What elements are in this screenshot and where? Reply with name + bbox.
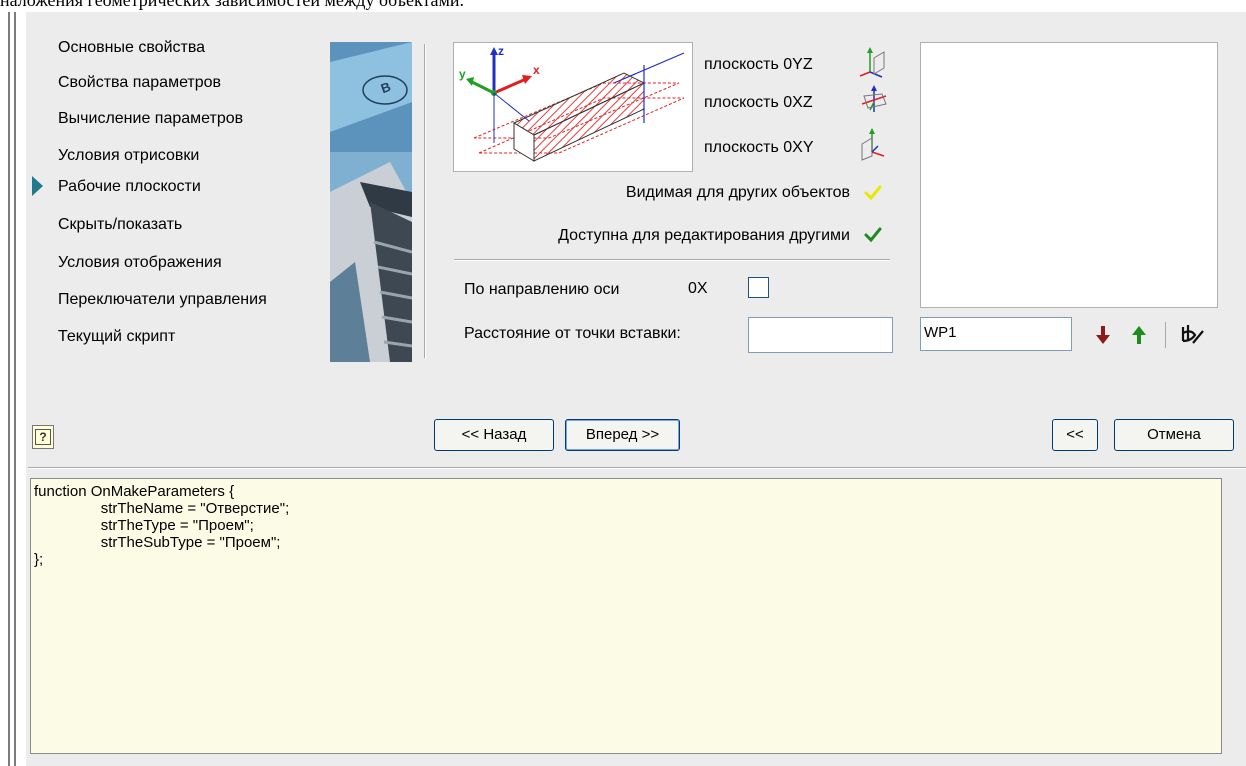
plane-oyz-icon: [859, 47, 885, 78]
move-down-button[interactable]: [1088, 320, 1118, 350]
cancel-button[interactable]: Отмена: [1114, 419, 1234, 451]
plane-oyz-button[interactable]: [856, 44, 898, 80]
nav-item-basic-properties[interactable]: Основные свойства: [58, 37, 205, 59]
nav-item-hide-show[interactable]: Скрыть/показать: [58, 214, 182, 236]
window-edge: [0, 12, 26, 766]
arrow-down-icon: [1096, 326, 1110, 344]
nav-item-parameter-properties[interactable]: Свойства параметров: [58, 72, 221, 94]
visible-for-others-label: Видимая для других объектов: [625, 184, 850, 201]
plane-oxy-icon: [861, 128, 885, 161]
nav-item-display-conditions[interactable]: Условия отображения: [58, 252, 222, 274]
direction-axis-value: 0X: [688, 280, 708, 297]
nav-item-control-switches[interactable]: Переключатели управления: [58, 289, 267, 311]
distance-label: Расстояние от точки вставки:: [464, 325, 681, 342]
plane-oxz-icon: [861, 85, 887, 112]
decorative-building-image: B: [330, 42, 412, 362]
vertical-divider: [424, 44, 426, 358]
yellow-check-icon: [864, 185, 882, 201]
axis-y-label: y: [459, 67, 466, 81]
hand-pencil-icon: [1181, 325, 1204, 344]
plane-oxy-button[interactable]: [856, 126, 898, 162]
toolbar-divider: [1165, 322, 1166, 348]
edit-workplane-button[interactable]: [1176, 320, 1206, 350]
workplane-name-input[interactable]: WP1: [920, 317, 1072, 351]
script-editor[interactable]: function OnMakeParameters { strTheName =…: [30, 478, 1222, 754]
back-button[interactable]: << Назад: [434, 419, 554, 451]
edge-line: [14, 12, 16, 766]
arrow-up-icon: [1132, 326, 1146, 344]
editable-by-others-toggle[interactable]: [858, 220, 888, 250]
distance-input[interactable]: [748, 317, 893, 353]
plane-oxz-label: плоскость 0XZ: [704, 94, 813, 111]
page-caption: наложения геометрических зависимостей ме…: [0, 0, 1246, 12]
workplane-list[interactable]: [920, 42, 1218, 308]
editable-by-others-label: Доступна для редактирования другими: [558, 227, 850, 244]
nav-item-current-script[interactable]: Текущий скрипт: [58, 326, 175, 348]
script-divider: [28, 467, 1246, 469]
workplane-preview-drawing: [466, 47, 685, 162]
plane-oyz-label: плоскость 0YZ: [704, 56, 813, 73]
workplane-preview: z x y: [453, 42, 693, 172]
collapse-button[interactable]: <<: [1052, 419, 1098, 451]
move-up-button[interactable]: [1124, 320, 1154, 350]
nav-item-draw-conditions[interactable]: Условия отрисовки: [58, 145, 199, 167]
help-button[interactable]: ?: [32, 425, 54, 449]
options-divider: [454, 259, 890, 261]
plane-oxz-button[interactable]: [856, 82, 898, 118]
edge-line: [8, 12, 10, 766]
nav-item-parameter-calculation[interactable]: Вычисление параметров: [58, 108, 243, 130]
forward-button[interactable]: Вперед >>: [565, 419, 680, 451]
axis-x-label: x: [533, 63, 540, 77]
nav-item-work-planes[interactable]: Рабочие плоскости: [58, 176, 201, 198]
direction-axis-label: По направлению оси: [464, 281, 620, 298]
green-check-icon: [864, 227, 882, 243]
direction-axis-checkbox[interactable]: [748, 277, 769, 298]
active-item-arrow-icon: [32, 176, 43, 196]
plane-oxy-label: плоскость 0XY: [704, 139, 814, 156]
help-icon: ?: [35, 429, 51, 445]
visible-for-others-toggle[interactable]: [858, 178, 888, 208]
axis-z-label: z: [498, 44, 504, 58]
